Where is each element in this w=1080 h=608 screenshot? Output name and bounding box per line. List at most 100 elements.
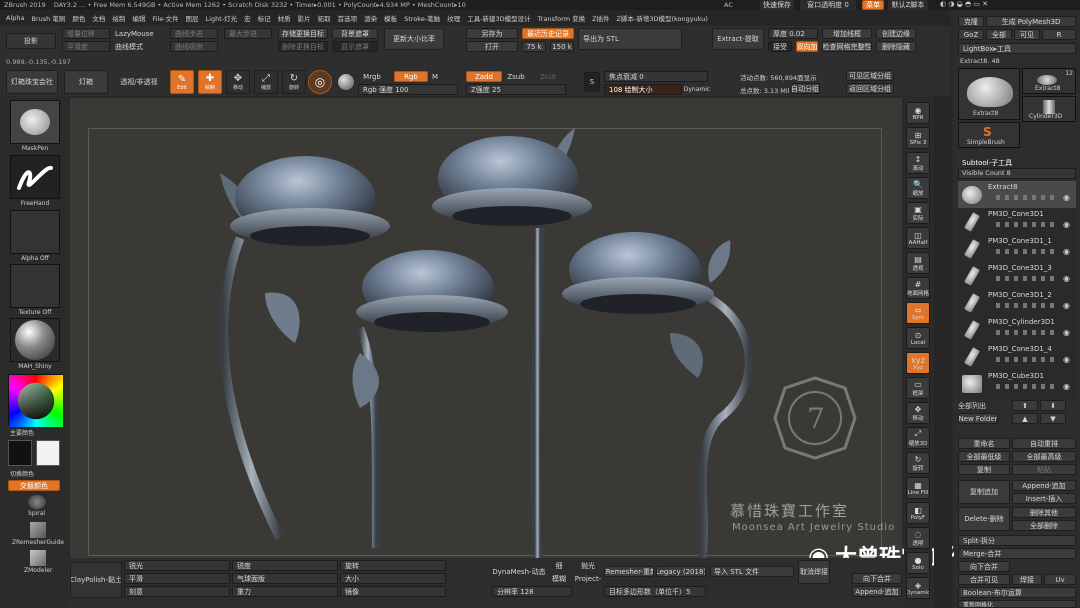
extract-button[interactable]: Extract-提取 [712, 28, 764, 50]
zsub-button[interactable]: Zsub [504, 71, 528, 82]
tool-thumb-3[interactable]: Cylinder3D [1022, 96, 1076, 122]
insert-button[interactable]: Insert-插入 [1012, 493, 1076, 504]
viewport-canvas[interactable]: 7 慕惜珠寶工作室 Moonsea Art Jewelry Studio [70, 98, 902, 558]
paste-button[interactable]: 粘贴 [1012, 464, 1076, 475]
increase-borders-button[interactable]: 增加线框 [822, 28, 872, 39]
menu-item[interactable]: Stroke-笔触 [404, 13, 440, 23]
eye-icon[interactable]: ◉ [1063, 355, 1070, 364]
subtool-row[interactable]: PM3D_Cylinder3D1 ◉ [958, 316, 1076, 343]
viewport-control-button[interactable]: ↕ 滚动 [906, 152, 930, 174]
subtool-toggles[interactable] [996, 357, 1056, 362]
subtool-toggles[interactable] [996, 330, 1056, 335]
spiral-icon[interactable] [28, 495, 46, 509]
bottom-append-button[interactable]: Append-追加 [852, 586, 902, 597]
blur-button[interactable]: 模糊 [548, 573, 570, 584]
mrgb-button[interactable]: Mrgb [358, 71, 386, 82]
polish-button[interactable]: 抛光 [574, 560, 602, 571]
subtool-row[interactable]: PM3D_Cone3D1_4 ◉ [958, 343, 1076, 370]
brush-select-button[interactable]: ClayPolish-黏土 [70, 562, 122, 598]
viewport-control-button[interactable]: 🔍 缩放 [906, 177, 930, 199]
move-up-button[interactable]: ⬆ [1012, 400, 1038, 411]
scrollbar-strip[interactable] [934, 96, 952, 608]
save-brush-button[interactable]: 存储更换目标 [278, 28, 328, 39]
clone-button[interactable]: 克隆 [958, 16, 984, 27]
lazy-smooth-slider[interactable]: 平滑度 [62, 41, 110, 52]
focal-shift-slider[interactable]: 焦点衰减 0 [604, 71, 708, 82]
menu-item[interactable]: Transform 变换 [538, 13, 585, 23]
menu-item[interactable]: 渲染 [364, 13, 377, 23]
folder-down-button[interactable]: ▼ [1040, 413, 1066, 424]
rot-slider[interactable]: 旋转 [340, 560, 446, 571]
window-controls[interactable]: ◐ ◑ ◒ ◓ ▭ ✕ [940, 0, 988, 8]
move-button[interactable]: ✥ 移动 [226, 70, 250, 94]
zremesher-icon[interactable] [30, 522, 46, 538]
viewport-control-button[interactable]: ▭ 框架 [906, 377, 930, 399]
menu-item[interactable]: File-文件 [152, 13, 178, 23]
goz-button[interactable]: GoZ [958, 29, 984, 40]
menu-item[interactable]: 材质 [278, 13, 291, 23]
eye-icon[interactable]: ◉ [1063, 301, 1070, 310]
viewport-control-button[interactable]: xyz Xyz [906, 352, 930, 374]
viewport-control-button[interactable]: # 地面网格 [906, 277, 930, 299]
eye-icon[interactable]: ◉ [1063, 382, 1070, 391]
color-picker[interactable] [8, 374, 63, 427]
viewport-control-button[interactable]: ⊙ Local [906, 327, 930, 349]
clear-mask-button[interactable]: 显示遮罩 [332, 41, 378, 52]
default-script-button[interactable]: 默认Z脚本 [888, 0, 928, 10]
menu-button[interactable]: 菜单 [862, 0, 884, 10]
lightbox-tool-button[interactable]: LightBox▸工具 [958, 43, 1076, 54]
repeat-slider[interactable]: 重力 [232, 586, 338, 597]
viewport-control-button[interactable]: ✥ 移动 [906, 402, 930, 424]
gizmo-button[interactable]: ◎ [308, 70, 332, 94]
viewport-control-button[interactable]: ⤢ 缩放3D [906, 427, 930, 449]
sharpen-slider[interactable]: 锐光 [124, 560, 230, 571]
curve-mode-toggle[interactable]: 曲线模式 [115, 41, 165, 53]
viewport-control-button[interactable]: ◫ AAHalf [906, 227, 930, 249]
main-color-swatch[interactable] [8, 440, 32, 466]
light-button[interactable]: 灯箱 [64, 70, 108, 94]
grow-button[interactable]: 返回区域分组 [846, 83, 894, 94]
r-button[interactable]: R [1042, 29, 1076, 40]
tool-thumb-4[interactable]: S SimpleBrush [958, 122, 1020, 148]
menu-item[interactable]: 模板 [384, 13, 397, 23]
subtool-toggles[interactable] [996, 249, 1056, 254]
eye-icon[interactable]: ◉ [1063, 247, 1070, 256]
subdiv-edges-button[interactable]: 创建边缘 [876, 28, 916, 39]
visible-groups-button[interactable]: 可见区域分组 [846, 70, 894, 81]
dup-append-button[interactable]: 复制追加 [958, 480, 1010, 504]
legacy-button[interactable]: Legacy (2018) [656, 566, 706, 577]
delete-other-button[interactable]: 删除其他 [1012, 507, 1076, 518]
layer-mask-button[interactable]: 背景遮罩 [332, 28, 378, 39]
switch-color-label[interactable]: 切换颜色 [10, 469, 34, 478]
lazymouse-toggle[interactable]: LazyMouse [115, 28, 165, 40]
brush-thumb[interactable] [10, 100, 60, 144]
eye-icon[interactable]: ◉ [1063, 328, 1070, 337]
curve-a-slider[interactable]: 曲线步进 [170, 28, 218, 39]
quicksave-button[interactable]: 快速保存 [760, 0, 794, 10]
subtool-row[interactable]: PM3D_Cone3D1_3 ◉ [958, 262, 1076, 289]
auto-reorder-button[interactable]: 自动重排 [1012, 438, 1076, 449]
stroke-thumb[interactable] [10, 155, 60, 199]
menu-item[interactable]: 拓取 [318, 13, 331, 23]
material-sphere-icon[interactable] [338, 74, 354, 90]
curve-c-slider[interactable]: 最大步进 [224, 28, 272, 39]
menu-item[interactable]: Z插件 [592, 13, 609, 23]
split-button[interactable]: Split-拆分 [958, 535, 1076, 546]
transparency-slider[interactable]: 窗口透明度 0 [800, 0, 856, 10]
new-folder-button[interactable]: New Folder [958, 413, 998, 424]
all-button[interactable]: 全部 [986, 29, 1012, 40]
visible-count-slider[interactable]: Visible Count 8 [958, 168, 1076, 179]
delete-button[interactable]: Delete-删除 [958, 507, 1010, 531]
dynamic-toggle[interactable]: Dynamic [684, 84, 710, 95]
edit-button[interactable]: ✎ Edit [170, 70, 194, 94]
smooth-slider[interactable]: 刻意 [124, 586, 230, 597]
flat-slider[interactable]: 平滑 [124, 573, 230, 584]
merge-visible-button[interactable]: 合并可见 [958, 574, 1010, 585]
z-intensity-slider[interactable]: Z强度 25 [466, 84, 566, 95]
menu-item[interactable]: 绘制 [112, 13, 125, 23]
boolean-button[interactable]: Boolean-布尔运算 [958, 587, 1076, 598]
export-stl-button[interactable]: 导出为 STL [578, 28, 682, 50]
viewport-control-button[interactable]: ⇔ Sym [906, 302, 930, 324]
menu-item[interactable]: 文档 [92, 13, 105, 23]
folder-up-button[interactable]: ▲ [1012, 413, 1038, 424]
